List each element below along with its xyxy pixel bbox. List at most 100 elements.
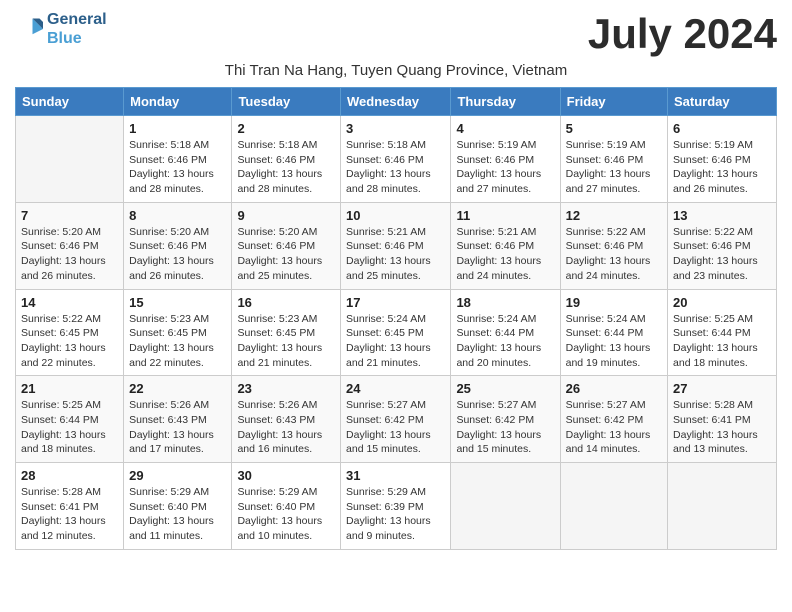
day-detail: Sunrise: 5:19 AM Sunset: 6:46 PM Dayligh… (456, 138, 554, 197)
logo-text: General Blue (47, 10, 107, 48)
day-detail: Sunrise: 5:21 AM Sunset: 6:46 PM Dayligh… (456, 225, 554, 284)
calendar-cell: 14 Sunrise: 5:22 AM Sunset: 6:45 PM Dayli… (16, 289, 124, 376)
week-row-3: 14 Sunrise: 5:22 AM Sunset: 6:45 PM Dayli… (16, 289, 777, 376)
day-detail: Sunrise: 5:27 AM Sunset: 6:42 PM Dayligh… (566, 398, 662, 457)
day-detail: Sunrise: 5:19 AM Sunset: 6:46 PM Dayligh… (673, 138, 771, 197)
calendar-cell: 22 Sunrise: 5:26 AM Sunset: 6:43 PM Dayli… (124, 376, 232, 463)
calendar-cell: 20Sunrise: 5:25 AM Sunset: 6:44 PM Dayli… (668, 289, 777, 376)
week-row-2: 7 Sunrise: 5:20 AM Sunset: 6:46 PM Daylig… (16, 202, 777, 289)
calendar-cell: 29 Sunrise: 5:29 AM Sunset: 6:40 PM Dayli… (124, 463, 232, 550)
day-detail: Sunrise: 5:24 AM Sunset: 6:45 PM Dayligh… (346, 312, 445, 371)
calendar-cell: 27 Sunrise: 5:28 AM Sunset: 6:41 PM Dayli… (668, 376, 777, 463)
day-number: 1 (129, 121, 226, 136)
day-number: 19 (566, 295, 662, 310)
calendar-cell: 4Sunrise: 5:19 AM Sunset: 6:46 PM Daylig… (451, 116, 560, 203)
weekday-header-thursday: Thursday (451, 88, 560, 116)
day-detail: Sunrise: 5:23 AM Sunset: 6:45 PM Dayligh… (237, 312, 335, 371)
calendar-cell: 24Sunrise: 5:27 AM Sunset: 6:42 PM Dayli… (341, 376, 451, 463)
day-detail: Sunrise: 5:29 AM Sunset: 6:40 PM Dayligh… (237, 485, 335, 544)
weekday-header-friday: Friday (560, 88, 667, 116)
calendar-cell: 23 Sunrise: 5:26 AM Sunset: 6:43 PM Dayli… (232, 376, 341, 463)
weekday-header-wednesday: Wednesday (341, 88, 451, 116)
day-detail: Sunrise: 5:20 AM Sunset: 6:46 PM Dayligh… (21, 225, 118, 284)
day-detail: Sunrise: 5:22 AM Sunset: 6:45 PM Dayligh… (21, 312, 118, 371)
calendar-cell: 18 Sunrise: 5:24 AM Sunset: 6:44 PM Dayli… (451, 289, 560, 376)
day-detail: Sunrise: 5:26 AM Sunset: 6:43 PM Dayligh… (237, 398, 335, 457)
day-number: 12 (566, 208, 662, 223)
calendar-subtitle: Thi Tran Na Hang, Tuyen Quang Province, … (15, 62, 777, 79)
calendar-cell: 9 Sunrise: 5:20 AM Sunset: 6:46 PM Daylig… (232, 202, 341, 289)
calendar-cell: 16 Sunrise: 5:23 AM Sunset: 6:45 PM Dayli… (232, 289, 341, 376)
day-number: 10 (346, 208, 445, 223)
day-number: 20 (673, 295, 771, 310)
day-number: 13 (673, 208, 771, 223)
calendar-cell: 8Sunrise: 5:20 AM Sunset: 6:46 PM Daylig… (124, 202, 232, 289)
weekday-header-sunday: Sunday (16, 88, 124, 116)
calendar-cell: 31 Sunrise: 5:29 AM Sunset: 6:39 PM Dayli… (341, 463, 451, 550)
day-detail: Sunrise: 5:29 AM Sunset: 6:40 PM Dayligh… (129, 485, 226, 544)
day-number: 21 (21, 381, 118, 396)
day-detail: Sunrise: 5:27 AM Sunset: 6:42 PM Dayligh… (346, 398, 445, 457)
day-number: 26 (566, 381, 662, 396)
weekday-header-saturday: Saturday (668, 88, 777, 116)
calendar-cell: 10 Sunrise: 5:21 AM Sunset: 6:46 PM Dayli… (341, 202, 451, 289)
day-number: 27 (673, 381, 771, 396)
day-number: 8 (129, 208, 226, 223)
calendar-cell: 21 Sunrise: 5:25 AM Sunset: 6:44 PM Dayli… (16, 376, 124, 463)
day-detail: Sunrise: 5:24 AM Sunset: 6:44 PM Dayligh… (456, 312, 554, 371)
day-detail: Sunrise: 5:29 AM Sunset: 6:39 PM Dayligh… (346, 485, 445, 544)
logo-icon (15, 15, 43, 43)
month-title: July 2024 (588, 10, 777, 58)
week-row-1: 1 Sunrise: 5:18 AM Sunset: 6:46 PM Daylig… (16, 116, 777, 203)
day-number: 22 (129, 381, 226, 396)
calendar-cell: 19 Sunrise: 5:24 AM Sunset: 6:44 PM Dayli… (560, 289, 667, 376)
calendar-cell: 11Sunrise: 5:21 AM Sunset: 6:46 PM Dayli… (451, 202, 560, 289)
calendar-cell: 13 Sunrise: 5:22 AM Sunset: 6:46 PM Dayli… (668, 202, 777, 289)
weekday-header-monday: Monday (124, 88, 232, 116)
day-detail: Sunrise: 5:26 AM Sunset: 6:43 PM Dayligh… (129, 398, 226, 457)
day-detail: Sunrise: 5:24 AM Sunset: 6:44 PM Dayligh… (566, 312, 662, 371)
calendar-cell: 3Sunrise: 5:18 AM Sunset: 6:46 PM Daylig… (341, 116, 451, 203)
day-number: 16 (237, 295, 335, 310)
day-number: 28 (21, 468, 118, 483)
day-detail: Sunrise: 5:18 AM Sunset: 6:46 PM Dayligh… (129, 138, 226, 197)
week-row-5: 28Sunrise: 5:28 AM Sunset: 6:41 PM Dayli… (16, 463, 777, 550)
calendar-cell: 7 Sunrise: 5:20 AM Sunset: 6:46 PM Daylig… (16, 202, 124, 289)
calendar-cell (16, 116, 124, 203)
calendar-cell: 5 Sunrise: 5:19 AM Sunset: 6:46 PM Daylig… (560, 116, 667, 203)
calendar-cell: 1 Sunrise: 5:18 AM Sunset: 6:46 PM Daylig… (124, 116, 232, 203)
week-row-4: 21 Sunrise: 5:25 AM Sunset: 6:44 PM Dayli… (16, 376, 777, 463)
day-number: 30 (237, 468, 335, 483)
day-number: 2 (237, 121, 335, 136)
calendar-cell: 6Sunrise: 5:19 AM Sunset: 6:46 PM Daylig… (668, 116, 777, 203)
calendar-cell: 17 Sunrise: 5:24 AM Sunset: 6:45 PM Dayli… (341, 289, 451, 376)
day-detail: Sunrise: 5:19 AM Sunset: 6:46 PM Dayligh… (566, 138, 662, 197)
day-number: 29 (129, 468, 226, 483)
calendar-table: SundayMondayTuesdayWednesdayThursdayFrid… (15, 87, 777, 550)
day-number: 18 (456, 295, 554, 310)
weekday-header-row: SundayMondayTuesdayWednesdayThursdayFrid… (16, 88, 777, 116)
day-number: 15 (129, 295, 226, 310)
calendar-cell: 2 Sunrise: 5:18 AM Sunset: 6:46 PM Daylig… (232, 116, 341, 203)
calendar-cell: 12Sunrise: 5:22 AM Sunset: 6:46 PM Dayli… (560, 202, 667, 289)
day-number: 5 (566, 121, 662, 136)
logo: General Blue (15, 10, 107, 48)
day-number: 14 (21, 295, 118, 310)
day-detail: Sunrise: 5:25 AM Sunset: 6:44 PM Dayligh… (21, 398, 118, 457)
page-header: General Blue July 2024 (15, 10, 777, 58)
day-number: 23 (237, 381, 335, 396)
day-number: 31 (346, 468, 445, 483)
calendar-cell (560, 463, 667, 550)
day-detail: Sunrise: 5:18 AM Sunset: 6:46 PM Dayligh… (237, 138, 335, 197)
day-number: 9 (237, 208, 335, 223)
weekday-header-tuesday: Tuesday (232, 88, 341, 116)
day-number: 17 (346, 295, 445, 310)
day-number: 25 (456, 381, 554, 396)
day-detail: Sunrise: 5:18 AM Sunset: 6:46 PM Dayligh… (346, 138, 445, 197)
day-detail: Sunrise: 5:22 AM Sunset: 6:46 PM Dayligh… (673, 225, 771, 284)
day-number: 7 (21, 208, 118, 223)
day-detail: Sunrise: 5:20 AM Sunset: 6:46 PM Dayligh… (237, 225, 335, 284)
day-detail: Sunrise: 5:28 AM Sunset: 6:41 PM Dayligh… (673, 398, 771, 457)
day-detail: Sunrise: 5:21 AM Sunset: 6:46 PM Dayligh… (346, 225, 445, 284)
day-detail: Sunrise: 5:27 AM Sunset: 6:42 PM Dayligh… (456, 398, 554, 457)
